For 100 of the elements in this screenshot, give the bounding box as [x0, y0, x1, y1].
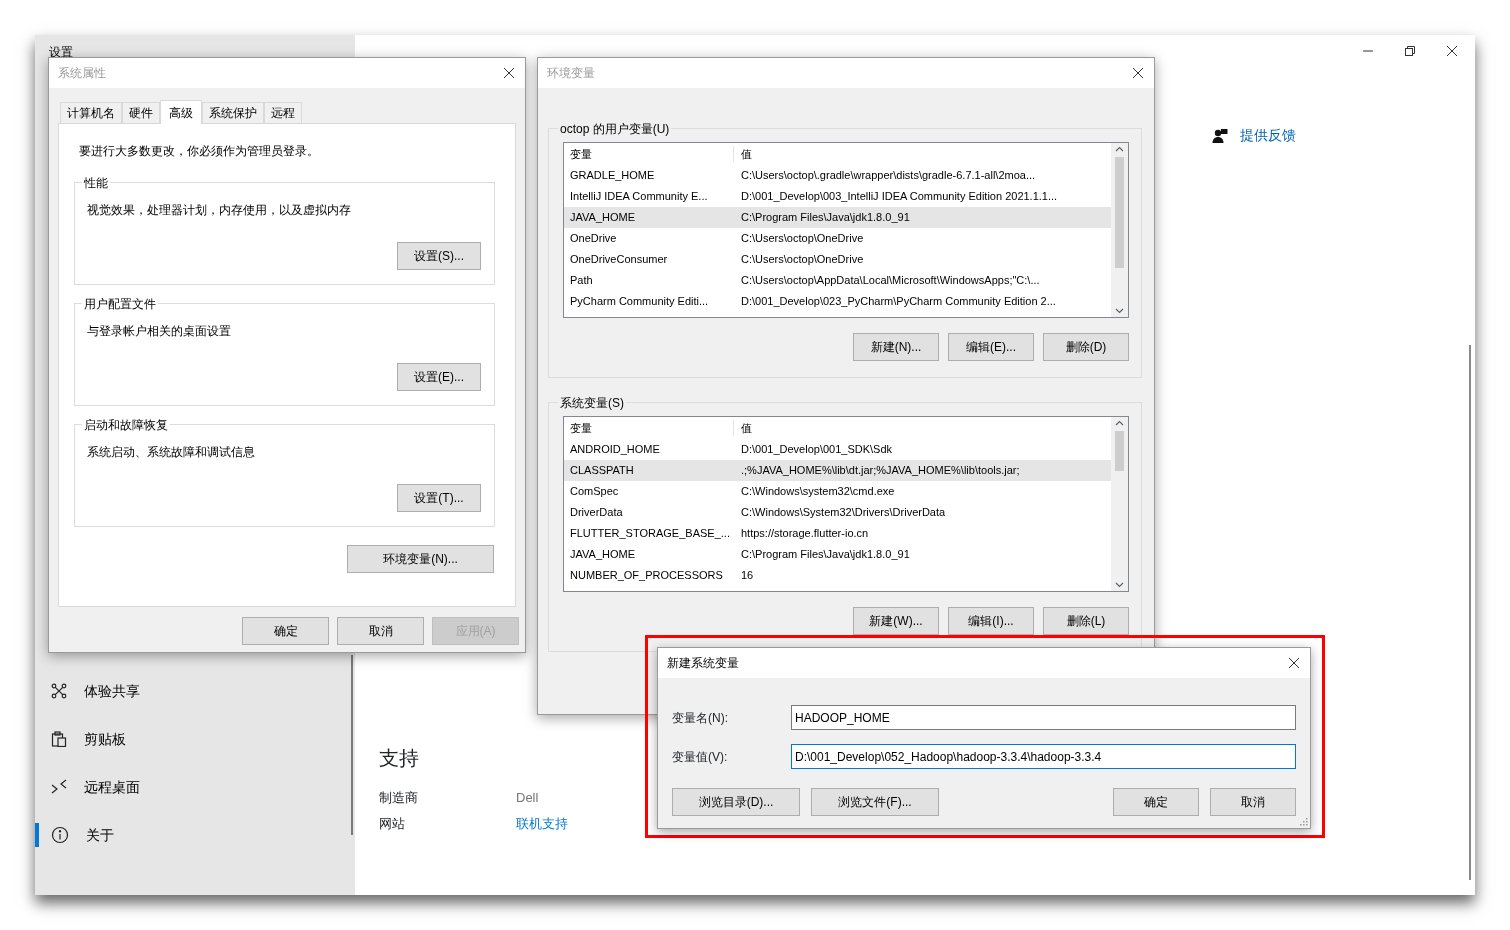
close-icon[interactable]: [1446, 45, 1458, 57]
button[interactable]: 确定: [242, 617, 329, 645]
sidebar-item[interactable]: 远程桌面: [35, 763, 355, 811]
list-row[interactable]: GRADLE_HOME C:\Users\octop\.gradle\wrapper\dists\gradle-6.7.1-all\2moa...: [564, 165, 1111, 186]
list-row[interactable]: FLUTTER_STORAGE_BASE_... https://storage.flutter-io.cn: [564, 523, 1111, 544]
table-cell-text: NUMBER_OF_PROCESSORS: [569, 568, 724, 584]
scroll-thumb[interactable]: [1115, 431, 1124, 471]
button[interactable]: 确定: [1113, 788, 1199, 816]
variable-list[interactable]: [563, 142, 1129, 318]
remote-desktop-icon: [51, 779, 67, 795]
table-cell-text: C:\Users\octop\.gradle\wrapper\dists\gradle-6.7.1-all\2moa...: [740, 168, 1036, 184]
table-cell-text: IntelliJ IDEA Community E...: [569, 189, 709, 205]
scroll-down-icon[interactable]: [1115, 582, 1124, 588]
list-row[interactable]: ComSpec C:\Windows\system32\cmd.exe: [564, 481, 1111, 502]
button[interactable]: 编辑(I)...: [948, 607, 1034, 635]
table-cell-text: C:\Users\octop\AppData\Local\Microsoft\WindowsApps;"C:\...: [740, 273, 1040, 289]
button[interactable]: 新建(W)...: [853, 607, 939, 635]
list-row[interactable]: Path C:\Users\octop\AppData\Local\Microsoft\WindowsApps;"C:\...: [564, 270, 1111, 291]
button[interactable]: 删除(L): [1043, 607, 1129, 635]
table-cell-text: D:\001_Develop\023_PyCharm\PyCharm Community Edition 2...: [740, 294, 1056, 310]
scroll-thumb[interactable]: [1115, 157, 1124, 268]
list-row[interactable]: JAVA_HOME C:\Program Files\Java\jdk1.8.0_91: [564, 544, 1111, 565]
button[interactable]: 设置(T)...: [397, 484, 481, 512]
button[interactable]: 取消: [337, 617, 424, 645]
close-icon[interactable]: [503, 67, 515, 79]
button[interactable]: 编辑(E)...: [948, 333, 1034, 361]
support-link[interactable]: 联机支持: [516, 813, 568, 833]
button[interactable]: 取消: [1210, 788, 1296, 816]
group-title: 启动和故障恢复: [82, 416, 170, 434]
scroll-up-icon[interactable]: [1115, 420, 1124, 426]
group-description: 视觉效果，处理器计划，内存使用，以及虚拟内存: [87, 202, 352, 219]
list-row[interactable]: OneDrive C:\Users\octop\OneDrive: [564, 228, 1111, 249]
tab[interactable]: 系统保护: [202, 102, 264, 123]
column-header[interactable]: 值: [734, 145, 752, 163]
table-cell-text: C:\Windows\System32\Drivers\DriverData: [740, 505, 946, 521]
feedback-link[interactable]: 提供反馈: [1240, 125, 1296, 146]
sidebar-item[interactable]: 关于: [35, 811, 355, 859]
column-header[interactable]: 值: [734, 419, 752, 437]
button[interactable]: 浏览文件(F)...: [811, 788, 939, 816]
clipboard-icon: [51, 731, 67, 747]
scrollbar[interactable]: [351, 655, 353, 835]
column-header[interactable]: 变量: [564, 145, 734, 163]
group-description: 与登录帐户相关的桌面设置: [87, 323, 232, 340]
list-row[interactable]: PyCharm Community Editi... D:\001_Develop\023_PyCharm\PyCharm Community Edition 2...: [564, 291, 1111, 312]
input-field[interactable]: HADOOP_HOME: [791, 705, 1296, 730]
list-row[interactable]: JAVA_HOME C:\Program Files\Java\jdk1.8.0_91: [564, 207, 1111, 228]
field-label: 变量值(V):: [672, 748, 729, 766]
input-field[interactable]: D:\001_Develop\052_Hadoop\hadoop-3.3.4\hadoop-3.3.4: [791, 744, 1296, 769]
list-row[interactable]: NUMBER_OF_PROCESSORS 16: [564, 565, 1111, 586]
group-title: octop 的用户变量(U): [558, 120, 672, 138]
table-cell-text: CLASSPATH: [569, 463, 635, 479]
resize-grip-icon[interactable]: [1300, 818, 1308, 826]
table-cell-text: OneDriveConsumer: [569, 252, 669, 268]
button[interactable]: 新建(N)...: [853, 333, 939, 361]
table-cell-text: .;%JAVA_HOME%\lib\dt.jar;%JAVA_HOME%\lib\tools.jar;: [740, 463, 1020, 479]
table-cell-text: D:\001_Develop\001_SDK\Sdk: [740, 442, 893, 458]
table-cell-text: OneDrive: [569, 231, 618, 247]
field-label: 变量名(N):: [672, 709, 729, 727]
group-title: 系统变量(S): [558, 394, 626, 412]
scrollbar[interactable]: [1111, 417, 1128, 591]
group-title: 性能: [82, 174, 110, 192]
button[interactable]: 设置(E)...: [397, 363, 481, 391]
button[interactable]: 环境变量(N)...: [347, 545, 494, 573]
button[interactable]: 设置(S)...: [397, 242, 481, 270]
scroll-up-icon[interactable]: [1115, 146, 1124, 152]
field-value: Dell: [516, 789, 539, 807]
scrollbar[interactable]: [1111, 143, 1128, 317]
list-row[interactable]: CLASSPATH .;%JAVA_HOME%\lib\dt.jar;%JAVA_HOME%\lib\tools.jar;: [564, 460, 1111, 481]
close-icon[interactable]: [1288, 657, 1300, 669]
scrollbar[interactable]: [1469, 345, 1471, 880]
table-cell-text: D:\001_Develop\003_IntelliJ IDEA Community Edition 2021.1.1...: [740, 189, 1058, 205]
button[interactable]: 删除(D): [1043, 333, 1129, 361]
field-label: 制造商: [379, 789, 419, 807]
window-title: 环境变量: [547, 65, 595, 82]
restore-icon[interactable]: [1404, 45, 1416, 57]
tab[interactable]: 高级: [160, 100, 202, 124]
tab[interactable]: 计算机名: [60, 102, 122, 123]
person-icon: [1212, 127, 1228, 144]
table-cell-text: PyCharm Community Editi...: [569, 294, 710, 310]
section-heading: 支持: [379, 746, 419, 770]
table-cell-text: C:\Users\octop\OneDrive: [740, 231, 864, 247]
table-cell-text: Path: [569, 273, 594, 289]
list-row[interactable]: IntelliJ IDEA Community E... D:\001_Develop\003_IntelliJ IDEA Community Edition 2021.1.1...: [564, 186, 1111, 207]
sidebar-item[interactable]: 体验共享: [35, 667, 355, 715]
close-icon[interactable]: [1132, 67, 1144, 79]
column-header[interactable]: 变量: [564, 419, 734, 437]
table-cell-text: https://storage.flutter-io.cn: [740, 526, 869, 542]
scroll-down-icon[interactable]: [1115, 308, 1124, 314]
list-row[interactable]: OneDriveConsumer C:\Users\octop\OneDrive: [564, 249, 1111, 270]
list-row[interactable]: ANDROID_HOME D:\001_Develop\001_SDK\Sdk: [564, 439, 1111, 460]
group-title: 用户配置文件: [82, 295, 158, 313]
tab[interactable]: 远程: [264, 102, 302, 123]
table-cell-text: GRADLE_HOME: [569, 168, 656, 184]
button[interactable]: 浏览目录(D)...: [672, 788, 800, 816]
tab[interactable]: 硬件: [122, 102, 160, 123]
list-row[interactable]: DriverData C:\Windows\System32\Drivers\DriverData: [564, 502, 1111, 523]
table-cell-text: C:\Users\octop\OneDrive: [740, 252, 864, 268]
variable-list[interactable]: [563, 416, 1129, 592]
table-cell-text: ANDROID_HOME: [569, 442, 661, 458]
sidebar-item[interactable]: 剪贴板: [35, 715, 355, 763]
